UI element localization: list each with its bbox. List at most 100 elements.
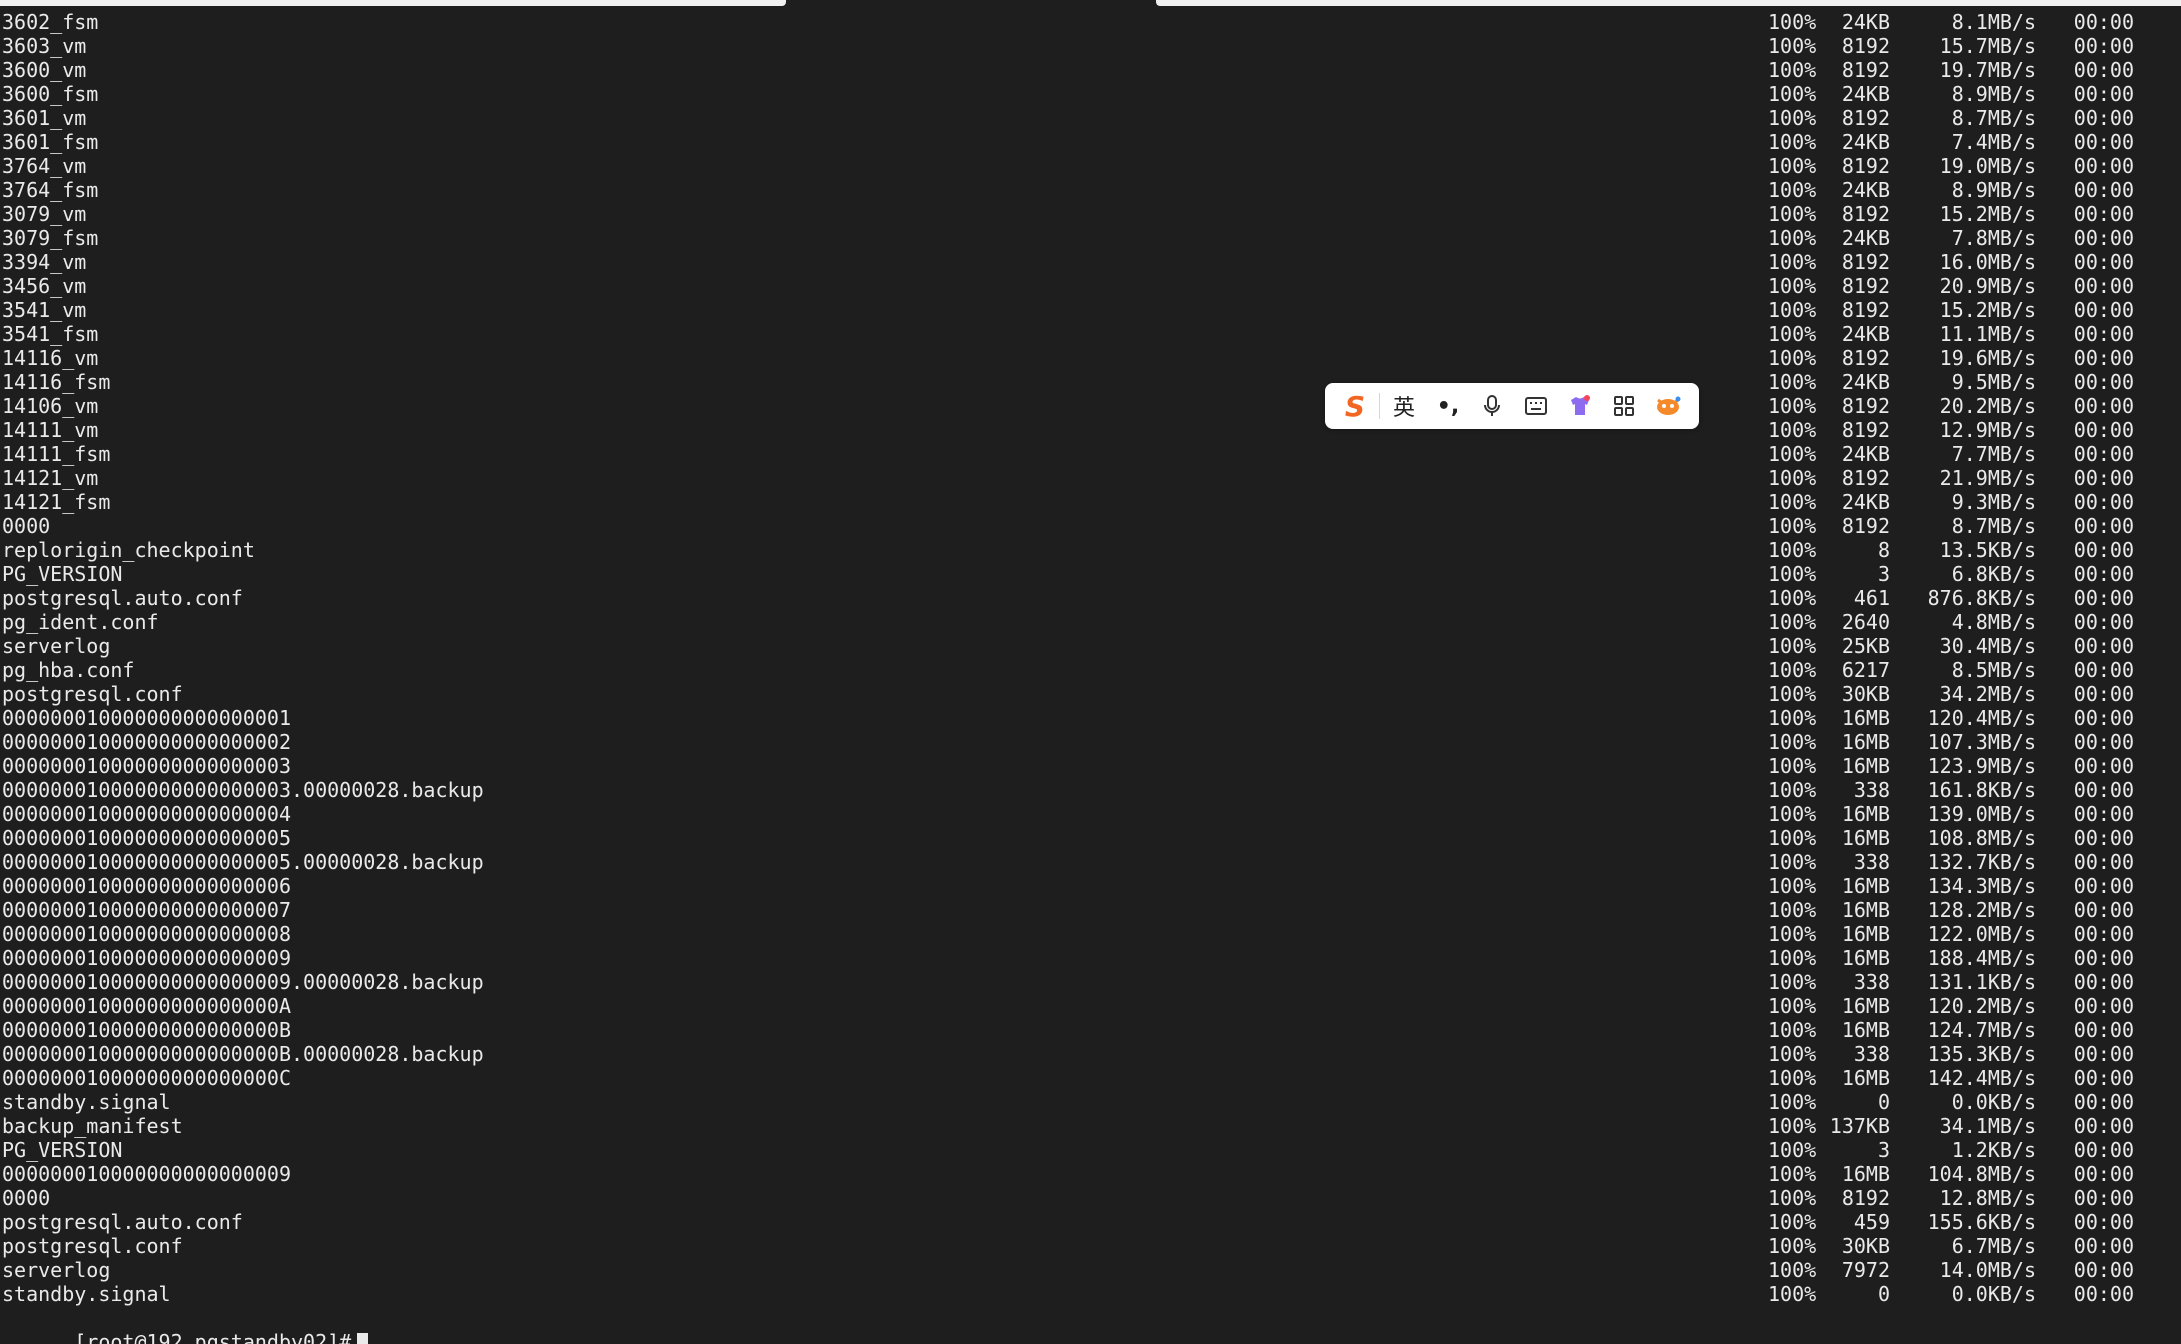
transfer-line: 14121_vm 100% 8192 21.9MB/s 00:00 xyxy=(2,466,2181,490)
eta: 00:00 xyxy=(2073,298,2134,322)
eta: 00:00 xyxy=(2073,922,2134,946)
file-name: 3603_vm xyxy=(2,34,87,58)
file-name: 000000010000000000000004 xyxy=(2,802,291,826)
file-name: 000000010000000000000007 xyxy=(2,898,291,922)
transfer-rate: 104.8MB/s xyxy=(1927,1162,2036,1186)
file-size: 24KB xyxy=(1841,226,1890,250)
transfer-rate: 15.2MB/s xyxy=(1939,202,2036,226)
transfer-stats: 100% 16MB 188.4MB/s 00:00 xyxy=(1768,946,2134,970)
file-name: 3602_fsm xyxy=(2,10,99,34)
transfer-list: 3602_fsm 100% 24KB 8.1MB/s 00:00 3603_vm 10… xyxy=(2,10,2181,1306)
progress-percent: 100% xyxy=(1768,394,1817,418)
transfer-stats: 100% 24KB 11.1MB/s 00:00 xyxy=(1768,322,2134,346)
transfer-stats: 100% 16MB 134.3MB/s 00:00 xyxy=(1768,874,2134,898)
progress-percent: 100% xyxy=(1768,154,1817,178)
transfer-line: pg_hba.conf 100% 6217 8.5MB/s 00:00 xyxy=(2,658,2181,682)
transfer-line: backup_manifest 100% 137KB 34.1MB/s 00:00 xyxy=(2,1114,2181,1138)
sogou-logo-icon[interactable]: S xyxy=(1333,388,1377,424)
transfer-stats: 100% 24KB 8.1MB/s 00:00 xyxy=(1768,10,2134,34)
file-name: 3541_fsm xyxy=(2,322,99,346)
transfer-line: 14111_vm 100% 8192 12.9MB/s 00:00 xyxy=(2,418,2181,442)
file-size: 30KB xyxy=(1841,1234,1890,1258)
progress-percent: 100% xyxy=(1768,1114,1817,1138)
grid-icon[interactable] xyxy=(1602,388,1646,424)
transfer-rate: 8.1MB/s xyxy=(1951,10,2036,34)
progress-percent: 100% xyxy=(1768,802,1817,826)
transfer-stats: 100% 0 0.0KB/s 00:00 xyxy=(1768,1282,2134,1306)
transfer-stats: 100% 3 1.2KB/s 00:00 xyxy=(1768,1138,2134,1162)
progress-percent: 100% xyxy=(1768,466,1817,490)
transfer-stats: 100% 8 13.5KB/s 00:00 xyxy=(1768,538,2134,562)
mascot-icon[interactable] xyxy=(1646,388,1690,424)
transfer-line: 000000010000000000000004 100% 16MB 139.0MB… xyxy=(2,802,2181,826)
transfer-line: standby.signal 100% 0 0.0KB/s 00:00 xyxy=(2,1282,2181,1306)
file-size: 8192 xyxy=(1841,202,1890,226)
transfer-rate: 123.9MB/s xyxy=(1927,754,2036,778)
file-size: 24KB xyxy=(1841,370,1890,394)
transfer-line: 00000001000000000000000B 100% 16MB 124.7MB… xyxy=(2,1018,2181,1042)
transfer-line: 14121_fsm 100% 24KB 9.3MB/s 00:00 xyxy=(2,490,2181,514)
file-name: replorigin_checkpoint xyxy=(2,538,255,562)
file-size: 16MB xyxy=(1841,946,1890,970)
transfer-line: standby.signal 100% 0 0.0KB/s 00:00 xyxy=(2,1090,2181,1114)
file-name: 3764_vm xyxy=(2,154,87,178)
file-name: 3764_fsm xyxy=(2,178,99,202)
eta: 00:00 xyxy=(2073,394,2134,418)
transfer-rate: 13.5KB/s xyxy=(1939,538,2036,562)
file-name: 00000001000000000000000B xyxy=(2,1018,291,1042)
file-name: pg_hba.conf xyxy=(2,658,135,682)
shell-prompt-line[interactable]: [root@192 pgstandby02]# xyxy=(2,1306,2181,1344)
transfer-stats: 100% 16MB 128.2MB/s 00:00 xyxy=(1768,898,2134,922)
file-name: serverlog xyxy=(2,634,111,658)
transfer-line: replorigin_checkpoint 100% 8 13.5KB/s 00:00 xyxy=(2,538,2181,562)
progress-percent: 100% xyxy=(1768,970,1817,994)
transfer-line: PG_VERSION 100% 3 6.8KB/s 00:00 xyxy=(2,562,2181,586)
transfer-rate: 124.7MB/s xyxy=(1927,1018,2036,1042)
transfer-rate: 4.8MB/s xyxy=(1951,610,2036,634)
transfer-stats: 100% 16MB 142.4MB/s 00:00 xyxy=(1768,1066,2134,1090)
transfer-line: postgresql.conf 100% 30KB 34.2MB/s 00:00 xyxy=(2,682,2181,706)
file-name: standby.signal xyxy=(2,1282,171,1306)
eta: 00:00 xyxy=(2073,1210,2134,1234)
keyboard-icon[interactable] xyxy=(1514,388,1558,424)
progress-percent: 100% xyxy=(1768,946,1817,970)
transfer-rate: 142.4MB/s xyxy=(1927,1066,2036,1090)
transfer-stats: 100% 24KB 7.8MB/s 00:00 xyxy=(1768,226,2134,250)
transfer-rate: 876.8KB/s xyxy=(1927,586,2036,610)
file-size: 16MB xyxy=(1841,802,1890,826)
eta: 00:00 xyxy=(2073,10,2134,34)
transfer-line: 3541_vm 100% 8192 15.2MB/s 00:00 xyxy=(2,298,2181,322)
file-size: 8192 xyxy=(1841,394,1890,418)
progress-percent: 100% xyxy=(1768,1066,1817,1090)
file-name: PG_VERSION xyxy=(2,1138,123,1162)
transfer-rate: 20.2MB/s xyxy=(1939,394,2036,418)
skin-icon[interactable] xyxy=(1558,388,1602,424)
transfer-stats: 100% 8192 19.7MB/s 00:00 xyxy=(1768,58,2134,82)
file-size: 16MB xyxy=(1841,706,1890,730)
file-name: 3600_vm xyxy=(2,58,87,82)
transfer-line: 000000010000000000000003.00000028.backup… xyxy=(2,778,2181,802)
eta: 00:00 xyxy=(2073,1234,2134,1258)
terminal-window[interactable]: 3602_fsm 100% 24KB 8.1MB/s 00:00 3603_vm 10… xyxy=(0,0,2181,1344)
microphone-icon[interactable] xyxy=(1470,388,1514,424)
file-size: 338 xyxy=(1853,1042,1890,1066)
ime-toolbar[interactable]: S 英 •, xyxy=(1325,383,1699,429)
transfer-stats: 100% 16MB 108.8MB/s 00:00 xyxy=(1768,826,2134,850)
eta: 00:00 xyxy=(2073,586,2134,610)
eta: 00:00 xyxy=(2073,970,2134,994)
transfer-line: 3079_vm 100% 8192 15.2MB/s 00:00 xyxy=(2,202,2181,226)
file-size: 24KB xyxy=(1841,490,1890,514)
file-name: 3456_vm xyxy=(2,274,87,298)
language-toggle-button[interactable]: 英 xyxy=(1382,388,1426,424)
progress-percent: 100% xyxy=(1768,1258,1817,1282)
file-size: 2640 xyxy=(1841,610,1890,634)
eta: 00:00 xyxy=(2073,946,2134,970)
file-size: 8192 xyxy=(1841,1186,1890,1210)
punctuation-icon[interactable]: •, xyxy=(1426,388,1470,424)
transfer-stats: 100% 24KB 7.4MB/s 00:00 xyxy=(1768,130,2134,154)
progress-percent: 100% xyxy=(1768,610,1817,634)
file-name: 3079_vm xyxy=(2,202,87,226)
eta: 00:00 xyxy=(2073,1090,2134,1114)
file-size: 338 xyxy=(1853,850,1890,874)
file-size: 24KB xyxy=(1841,178,1890,202)
